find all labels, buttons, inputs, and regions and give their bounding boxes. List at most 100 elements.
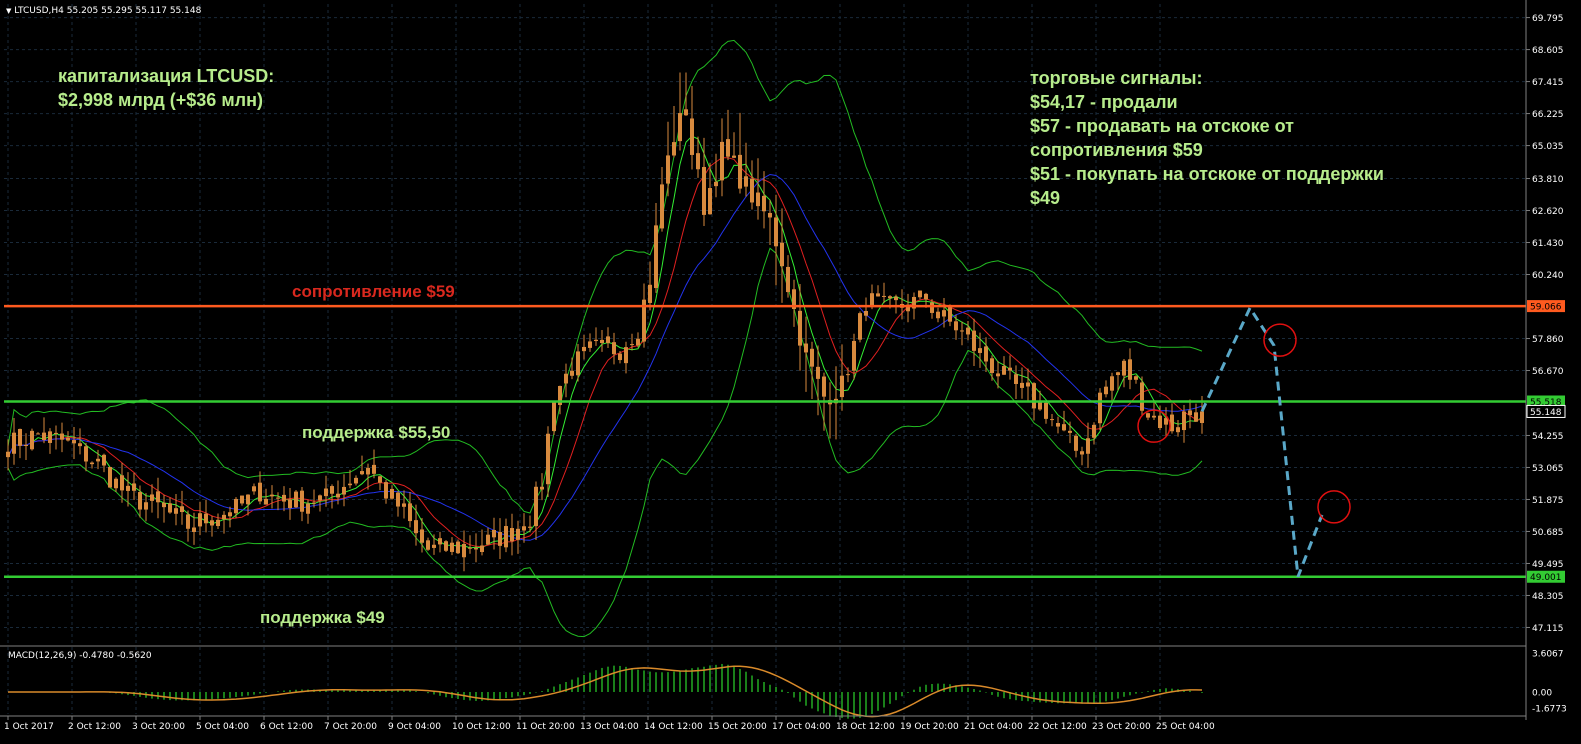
candle-body <box>96 458 100 462</box>
candle-body <box>198 513 202 527</box>
candle-body <box>1008 367 1012 371</box>
candle-body <box>960 330 964 332</box>
candle-body <box>276 497 280 499</box>
candle-body <box>414 520 418 534</box>
candle-body <box>918 290 922 298</box>
candle-body <box>510 528 514 542</box>
axis-tick-label: 22 Oct 12:00 <box>1028 722 1087 732</box>
candle-body <box>144 502 148 510</box>
candle-body <box>618 353 622 361</box>
candle-body <box>732 155 736 158</box>
candle-body <box>786 266 790 293</box>
axis-tick-label: 67.415 <box>1532 78 1564 88</box>
symbol-title: LTCUSD,H4 <box>14 6 64 16</box>
candle-body <box>102 454 106 466</box>
candle-body <box>1032 383 1036 409</box>
candle-body <box>168 503 172 513</box>
candle-body <box>1134 376 1138 380</box>
candle <box>456 539 460 555</box>
candle-body <box>48 431 52 443</box>
candle-body <box>984 346 988 362</box>
candle-body <box>810 348 814 367</box>
candle-body <box>462 544 466 558</box>
axis-tick-label: 3 Oct 20:00 <box>132 722 185 732</box>
candle-body <box>1176 427 1180 433</box>
candle-body <box>240 495 244 504</box>
candle-body <box>402 503 406 507</box>
candle-body <box>498 532 502 546</box>
axis-tick-label: 66.225 <box>1532 110 1564 120</box>
candle-body <box>1164 418 1168 425</box>
candle-body <box>138 492 142 510</box>
candle-body <box>852 340 856 371</box>
signal-line: сопротивления $59 <box>1030 140 1203 160</box>
axis-tick-label: 15 Oct 20:00 <box>708 722 767 732</box>
candle-body <box>1182 411 1186 431</box>
candle-body <box>1098 392 1102 424</box>
candle-body <box>624 347 628 364</box>
axis-tick-label: 63.810 <box>1532 175 1564 185</box>
candle-body <box>864 311 868 316</box>
candle-body <box>942 310 946 317</box>
candle-body <box>1170 414 1174 432</box>
candle-body <box>726 139 730 157</box>
candle-body <box>72 440 76 444</box>
candle-body <box>1062 424 1066 431</box>
candle <box>1140 376 1144 417</box>
macd-label: MACD(12,26,9) -0.4780 -0.5620 <box>8 651 152 661</box>
candle-body <box>114 478 118 489</box>
candle-body <box>222 514 226 520</box>
candle-body <box>54 432 58 434</box>
ohlc-values: 55.205 55.295 55.117 55.148 <box>66 6 202 16</box>
candle-body <box>636 338 640 346</box>
candle-body <box>336 493 340 498</box>
candle-body <box>1122 360 1126 376</box>
candle-body <box>744 176 748 187</box>
candle-body <box>612 342 616 355</box>
candle-body <box>762 195 766 212</box>
axis-tick-label: 53.065 <box>1532 464 1564 474</box>
candle <box>108 466 112 488</box>
candle-body <box>930 302 934 313</box>
candle-body <box>12 432 16 454</box>
candle-body <box>648 284 652 303</box>
candle-body <box>822 376 826 397</box>
macd-tick-label: -1.6773 <box>1532 705 1567 715</box>
candle-body <box>1200 411 1204 423</box>
candle-body <box>756 192 760 207</box>
candle-body <box>186 514 190 529</box>
candle-body <box>252 486 256 492</box>
collapse-arrow-icon[interactable]: ▼ <box>6 7 11 15</box>
candle-body <box>696 153 700 170</box>
candle-body <box>60 433 64 440</box>
candle-body <box>882 295 886 297</box>
candle-body <box>192 527 196 532</box>
candle-body <box>600 339 604 344</box>
candle-body <box>6 451 10 458</box>
candle-body <box>996 373 1000 377</box>
candle-body <box>714 181 718 187</box>
cap-line-1: капитализация LTCUSD: <box>58 66 275 86</box>
candle-body <box>1026 382 1030 387</box>
candle-body <box>1080 451 1084 455</box>
candle-body <box>804 343 808 353</box>
candle-body <box>348 483 352 486</box>
axis-tick-label: 5 Oct 04:00 <box>196 722 249 732</box>
candle-body <box>1128 359 1132 380</box>
candle-body <box>978 348 982 353</box>
candle-body <box>1110 376 1114 391</box>
candle-body <box>654 225 658 289</box>
candle-body <box>246 494 250 505</box>
candle-body <box>678 113 682 142</box>
axis-tick-label: 2 Oct 12:00 <box>68 722 121 732</box>
candle-body <box>528 526 532 528</box>
candle-body <box>966 327 970 335</box>
axis-tick-label: 56.670 <box>1532 367 1564 377</box>
axis-tick-label: 47.115 <box>1532 624 1564 634</box>
candle <box>552 401 556 435</box>
resistance-label: сопротивление $59 <box>292 282 455 301</box>
candle <box>30 428 34 451</box>
candle-body <box>300 490 304 512</box>
candle-body <box>210 520 214 526</box>
price-tag-label: 55.148 <box>1530 408 1562 418</box>
